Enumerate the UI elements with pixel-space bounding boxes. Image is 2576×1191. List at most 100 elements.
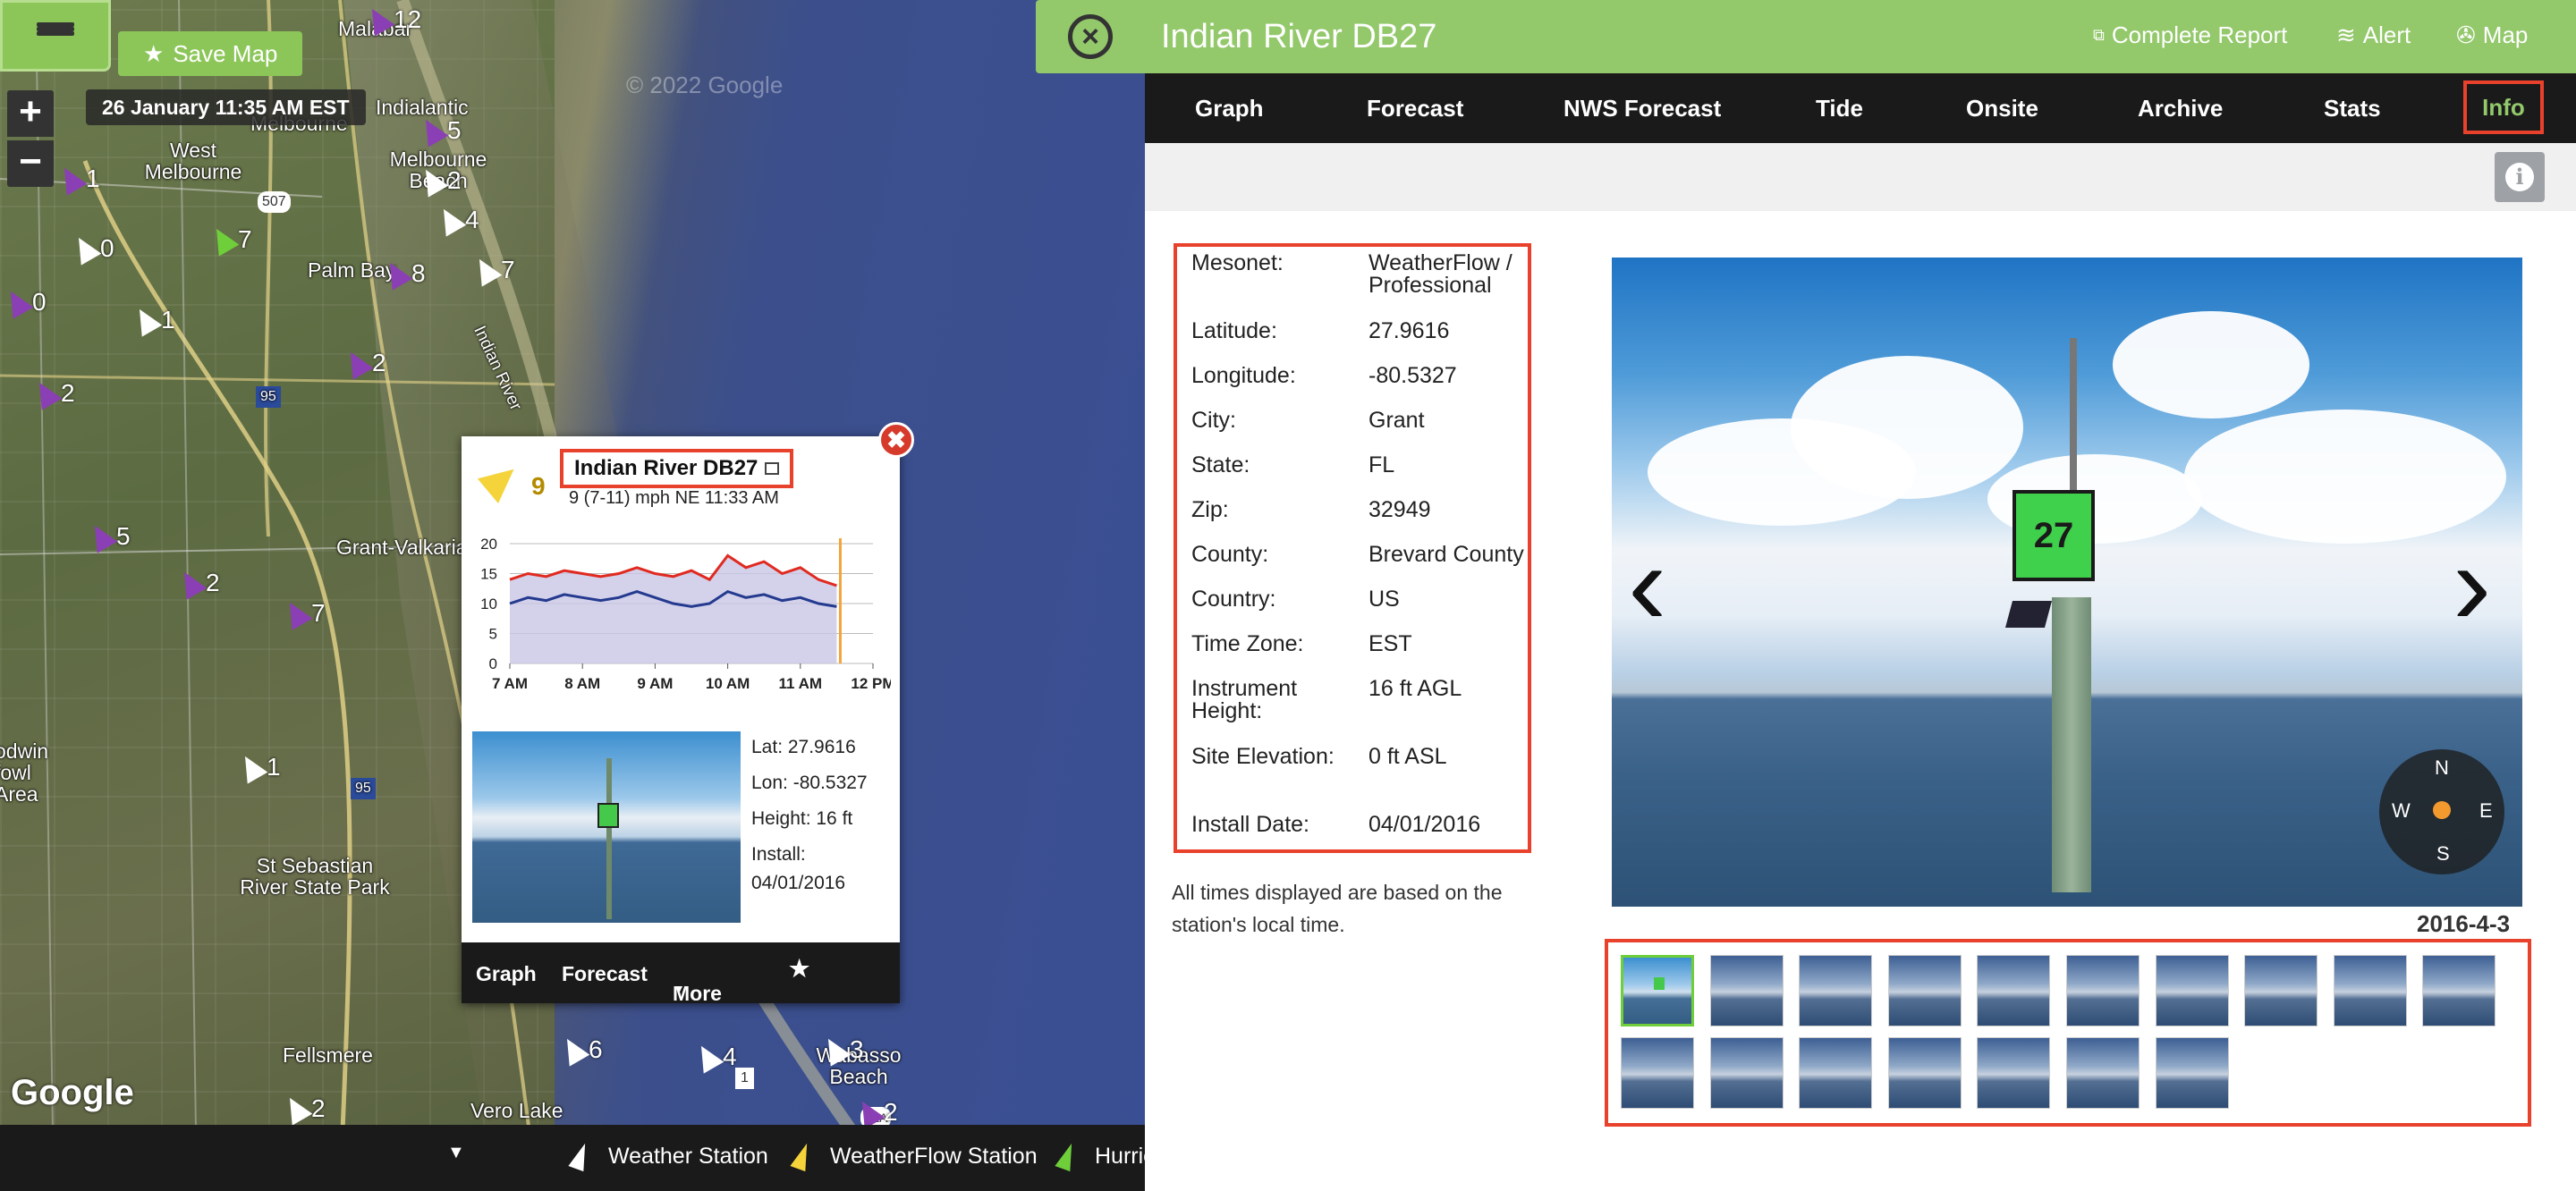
alert-link[interactable]: ≋ Alert: [2336, 21, 2411, 49]
wind-arrow-icon: [206, 223, 240, 257]
wind-marker[interactable]: 7: [279, 596, 326, 630]
legend-item: Weather Station: [568, 1140, 768, 1172]
close-panel-button[interactable]: ×: [1036, 0, 1145, 73]
photo-pole: [2052, 597, 2091, 892]
tab-forecast[interactable]: Forecast: [1367, 95, 1463, 122]
popup-install-date: 04/01/2016: [751, 873, 846, 893]
tab-archive[interactable]: Archive: [2138, 95, 2223, 122]
photo-thumbnail[interactable]: [1799, 1037, 1873, 1109]
wind-marker[interactable]: 2: [174, 566, 220, 600]
wind-arrow-icon: [68, 232, 102, 266]
wind-marker[interactable]: 0: [0, 285, 47, 319]
photo-thumbnail[interactable]: [2333, 955, 2407, 1026]
tab-stats[interactable]: Stats: [2324, 95, 2381, 122]
photo-thumbnail[interactable]: [1709, 1037, 1784, 1109]
road-badge: 507: [258, 191, 291, 213]
road-badge: 95: [351, 778, 376, 799]
popup-graph-link[interactable]: Graph: [476, 962, 537, 986]
chart-y-tick: 10: [480, 596, 497, 612]
wind-marker[interactable]: 2: [415, 164, 462, 198]
photo-thumbnail[interactable]: [1799, 955, 1873, 1026]
complete-report-link[interactable]: ⧉ Complete Report: [2093, 21, 2287, 49]
wind-marker[interactable]: 0: [68, 232, 114, 266]
photo-thumbnail[interactable]: [2066, 955, 2140, 1026]
tab-nws-forecast[interactable]: NWS Forecast: [1563, 95, 1721, 122]
tab-info[interactable]: Info: [2463, 80, 2544, 134]
wind-marker[interactable]: 12: [361, 3, 421, 37]
zoom-out-button[interactable]: −: [7, 140, 54, 187]
save-map-button[interactable]: ★ Save Map: [118, 31, 303, 76]
popup-close-button[interactable]: ✖: [878, 422, 914, 458]
photo-thumbnail[interactable]: [1887, 1037, 1962, 1109]
wind-arrow-icon: [433, 203, 467, 237]
wind-marker[interactable]: 2: [279, 1092, 326, 1126]
photo-thumbnail[interactable]: [1887, 955, 1962, 1026]
photo-thumbnail[interactable]: [1621, 1037, 1694, 1109]
info-button[interactable]: i: [2495, 152, 2545, 202]
chart-x-tick: 10 AM: [706, 675, 750, 690]
wind-marker[interactable]: 5: [415, 114, 462, 148]
chart-y-tick: 5: [489, 626, 497, 643]
photo-thumbnail[interactable]: [1621, 955, 1694, 1026]
wind-marker[interactable]: 2: [852, 1095, 898, 1129]
menu-button[interactable]: [0, 0, 111, 72]
chart-y-tick: 15: [480, 566, 497, 583]
photo-thumbnail[interactable]: [1977, 955, 2051, 1026]
external-link-icon[interactable]: [765, 462, 780, 475]
favorite-star-icon[interactable]: ★: [789, 955, 809, 983]
photo-thumbnail[interactable]: [2155, 955, 2229, 1026]
wind-marker[interactable]: 7: [206, 223, 252, 257]
photo-sign: [597, 803, 619, 828]
station-metadata: Mesonet: WeatherFlow / Professional Latit…: [1174, 243, 1531, 853]
wind-marker[interactable]: 6: [556, 1033, 603, 1067]
photo-thumbnail[interactable]: [2422, 955, 2496, 1026]
photo-thumbnail[interactable]: [1709, 955, 1784, 1026]
photo-thumbnail[interactable]: [2155, 1037, 2229, 1109]
wind-marker[interactable]: 1: [54, 162, 100, 196]
wind-arrow-icon: [477, 456, 525, 504]
wind-arrow-icon: [361, 3, 395, 37]
popup-lat: Lat: 27.9616: [751, 737, 856, 757]
photo-thumbnail[interactable]: [2066, 1037, 2140, 1109]
place-label: West Melbourne: [144, 139, 242, 183]
chart-y-tick: 20: [480, 536, 497, 553]
popup-station-title[interactable]: Indian River DB27: [560, 449, 794, 488]
wind-marker[interactable]: 5: [84, 519, 131, 553]
prev-photo-button[interactable]: ‹: [1628, 526, 1666, 642]
caret-down-icon: ▼: [673, 982, 685, 996]
star-icon: ★: [143, 39, 165, 67]
tab-onsite[interactable]: Onsite: [1966, 95, 2038, 122]
wind-arrow-icon: [415, 114, 449, 148]
map-view[interactable]: © 2022 Google Malabar Indialantic Melbou…: [0, 0, 1145, 1191]
tab-bar: Graph Forecast NWS Forecast Tide Onsite …: [1145, 73, 2576, 143]
tab-graph[interactable]: Graph: [1195, 95, 1264, 122]
map-icon: ✇: [2456, 21, 2476, 48]
wind-marker[interactable]: 2: [29, 376, 75, 410]
popup-forecast-link[interactable]: Forecast: [562, 962, 648, 986]
wind-arrow-icon: [54, 162, 88, 196]
wind-arrow-icon: [340, 346, 374, 380]
wind-marker[interactable]: 4: [691, 1040, 737, 1074]
wind-marker[interactable]: 1: [234, 750, 281, 784]
wind-marker[interactable]: 3: [818, 1033, 864, 1067]
wind-marker[interactable]: 4: [433, 203, 479, 237]
place-label: Grant-Valkaria: [336, 536, 468, 559]
map-link[interactable]: ✇ Map: [2456, 21, 2528, 49]
wind-marker[interactable]: 7: [469, 253, 515, 287]
chart-x-tick: 11 AM: [779, 675, 823, 690]
tab-tide[interactable]: Tide: [1816, 95, 1863, 122]
photo-thumbnails: [1605, 939, 2531, 1127]
photo-thumbnail[interactable]: [2244, 955, 2318, 1026]
legend-toggle-icon[interactable]: ▼: [447, 1143, 465, 1163]
next-photo-button[interactable]: ›: [2453, 526, 2491, 642]
wind-marker[interactable]: 1: [129, 303, 175, 337]
popup-station-photo[interactable]: [472, 731, 741, 923]
wind-marker[interactable]: 8: [379, 257, 426, 291]
popup-wind-summary: 9 (7-11) mph NE 11:33 AM: [569, 488, 779, 508]
station-detail-panel: × Indian River DB27 ⧉ Complete Report ≋ Al…: [1036, 0, 2576, 1191]
zoom-in-button[interactable]: +: [7, 90, 54, 137]
popup-nav: Graph Forecast More ▼ ★: [462, 942, 900, 1005]
photo-thumbnail[interactable]: [1977, 1037, 2051, 1109]
wind-marker[interactable]: 2: [340, 346, 386, 380]
compass-icon: N S W E: [2379, 749, 2504, 874]
